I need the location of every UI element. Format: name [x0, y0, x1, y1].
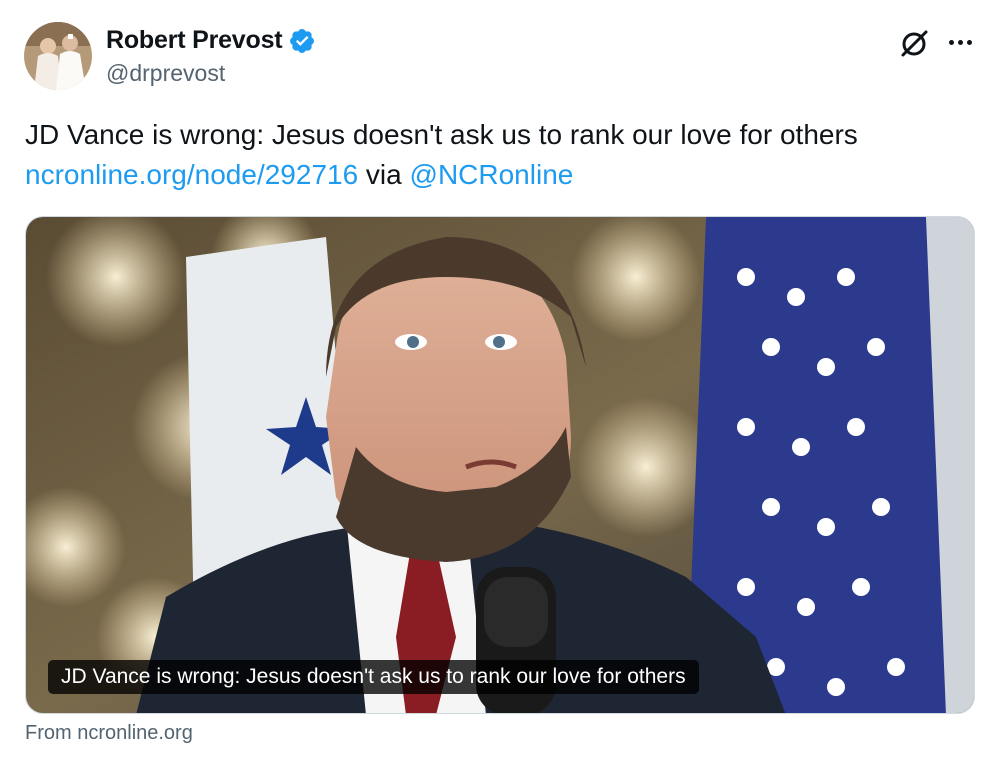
more-dot	[957, 39, 963, 45]
more-dot	[966, 39, 972, 45]
card-image	[26, 217, 974, 713]
via-text: via	[358, 159, 410, 190]
author-name-row: Robert Prevost	[106, 26, 316, 55]
tweet-link[interactable]: ncronline.org/node/292716	[25, 159, 358, 190]
more-icon[interactable]	[944, 26, 976, 58]
link-card[interactable]: JD Vance is wrong: Jesus doesn't ask us …	[25, 216, 975, 714]
grok-icon[interactable]	[898, 26, 932, 60]
card-source[interactable]: From ncronline.org	[25, 722, 193, 745]
author-handle[interactable]: @drprevost	[106, 60, 225, 87]
tweet-body: JD Vance is wrong: Jesus doesn't ask us …	[25, 119, 858, 150]
tweet-text: JD Vance is wrong: Jesus doesn't ask us …	[25, 115, 975, 195]
card-caption: JD Vance is wrong: Jesus doesn't ask us …	[48, 660, 699, 694]
avatar-image	[24, 22, 92, 90]
tweet: Robert Prevost @drprevost JD Vance is wr…	[0, 0, 1000, 761]
display-name[interactable]: Robert Prevost	[106, 26, 283, 55]
mention-link[interactable]: @NCRonline	[410, 159, 574, 190]
avatar[interactable]	[24, 22, 92, 90]
tweet-links-line: ncronline.org/node/292716 via @NCRonline	[25, 155, 975, 195]
more-dot	[948, 39, 954, 45]
verified-badge-icon	[288, 27, 316, 55]
